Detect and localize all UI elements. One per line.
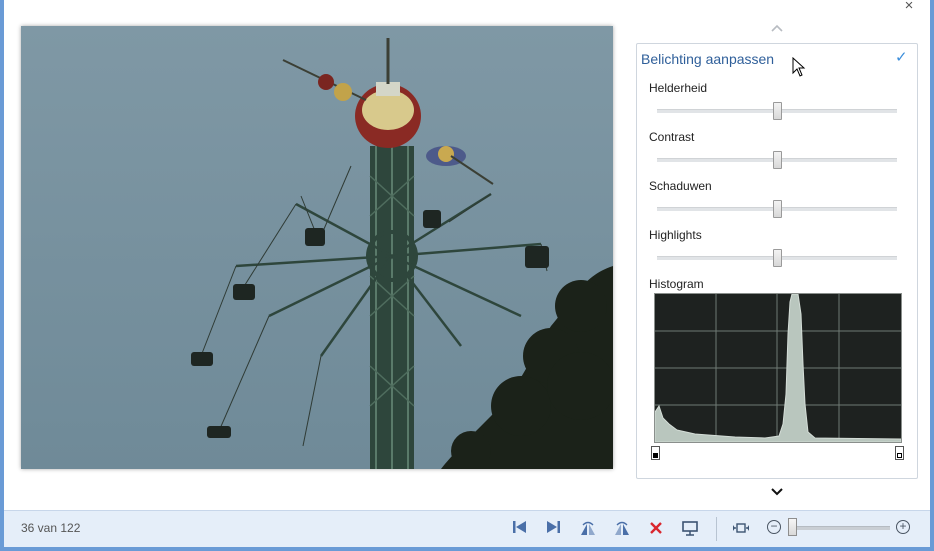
next-button[interactable] (541, 517, 565, 539)
scroll-up-chevron-icon[interactable] (766, 20, 788, 34)
slider-label-contrast: Contrast (649, 130, 695, 144)
slider-label-schaduwen: Schaduwen (649, 179, 712, 193)
slider-schaduwen[interactable] (657, 200, 897, 218)
delete-button[interactable] (644, 517, 668, 539)
histogram-white-point-handle[interactable] (895, 446, 904, 460)
slider-thumb[interactable] (772, 102, 782, 120)
slider-highlights[interactable] (657, 249, 897, 267)
slider-thumb[interactable] (772, 200, 782, 218)
slider-thumb[interactable] (772, 249, 782, 267)
slider-contrast[interactable] (657, 151, 897, 169)
rotate-right-button[interactable] (610, 517, 634, 539)
toolbar-separator (716, 517, 717, 541)
delete-icon (650, 522, 662, 534)
slider-thumb[interactable] (772, 151, 782, 169)
rotate-left-button[interactable] (576, 517, 600, 539)
slider-label-highlights: Highlights (649, 228, 702, 242)
zoom-in-icon[interactable]: + (896, 520, 910, 534)
panel-title: Belichting aanpassen (641, 51, 775, 67)
close-button[interactable]: × (897, 0, 921, 14)
previous-button[interactable] (508, 517, 532, 539)
histogram-graph (654, 293, 902, 443)
slider-helderheid[interactable] (657, 102, 897, 120)
slideshow-button[interactable] (678, 517, 702, 539)
photo-viewer (21, 26, 613, 469)
rotate-left-icon (581, 521, 595, 535)
histogram-black-point-handle[interactable] (651, 446, 660, 460)
zoom-slider-thumb[interactable] (788, 518, 797, 536)
slideshow-icon (682, 521, 698, 536)
zoom-slider[interactable] (790, 526, 890, 530)
zoom-out-icon[interactable]: − (767, 520, 781, 534)
status-toolbar: 36 van 122 − + (4, 510, 930, 547)
rotate-right-icon (615, 521, 629, 535)
fit-to-window-icon (733, 523, 749, 533)
photo-image (21, 26, 613, 469)
slider-label-helderheid: Helderheid (649, 81, 708, 95)
previous-icon (513, 521, 526, 533)
photo-counter: 36 van 122 (21, 521, 81, 535)
histogram (654, 293, 902, 443)
confirm-check-icon[interactable]: ✓ (895, 48, 908, 66)
scroll-down-chevron-icon[interactable] (766, 485, 788, 501)
histogram-label: Histogram (649, 277, 704, 291)
fit-to-window-button[interactable] (729, 517, 753, 539)
next-icon (547, 521, 560, 533)
exposure-panel: Belichting aanpassen ✓ Helderheid Contra… (636, 43, 918, 479)
mouse-cursor-icon (792, 56, 806, 82)
